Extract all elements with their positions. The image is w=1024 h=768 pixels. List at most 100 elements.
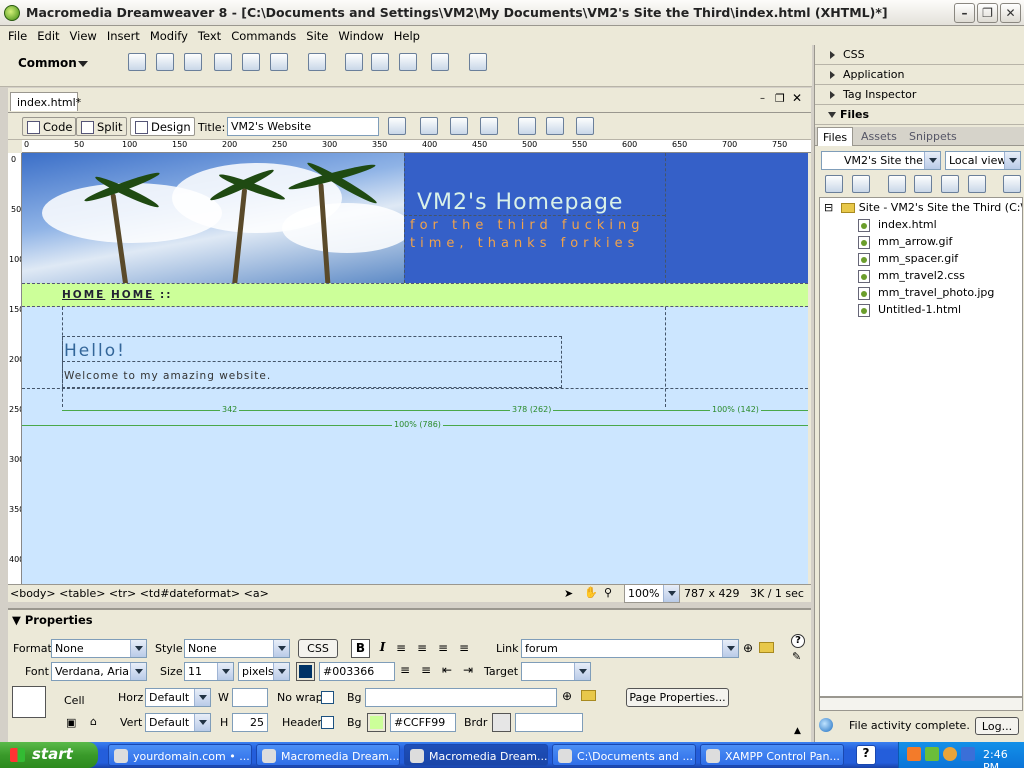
menu-view[interactable]: View bbox=[66, 29, 103, 43]
media-icon[interactable] bbox=[308, 53, 326, 71]
split-view-button[interactable]: Split bbox=[76, 117, 127, 136]
help-task-icon[interactable]: ? bbox=[856, 745, 876, 765]
bg-color-input[interactable]: #CCFF99 bbox=[390, 713, 456, 732]
image-icon[interactable] bbox=[270, 53, 288, 71]
unit-select[interactable]: pixels bbox=[238, 662, 290, 681]
collapse-icon[interactable]: ▲ bbox=[794, 726, 801, 736]
check-browser-icon[interactable] bbox=[388, 117, 406, 135]
refresh-icon[interactable] bbox=[518, 117, 536, 135]
minimize-button[interactable]: – bbox=[954, 3, 975, 23]
file-item[interactable]: mm_travel2.css bbox=[858, 269, 965, 283]
merge-cells-icon[interactable]: ▣ bbox=[66, 716, 76, 729]
preview-browser-icon[interactable] bbox=[480, 117, 498, 135]
cell-merge-icon[interactable] bbox=[12, 686, 46, 718]
view-options-icon[interactable] bbox=[546, 117, 564, 135]
align-left-icon[interactable]: ≡ bbox=[396, 641, 406, 655]
task-xampp[interactable]: XAMPP Control Pan... bbox=[700, 744, 844, 766]
pointer-tool-icon[interactable]: ➤ bbox=[564, 587, 573, 600]
table-icon[interactable] bbox=[214, 53, 232, 71]
task-explorer[interactable]: C:\Documents and ... bbox=[552, 744, 696, 766]
site-select[interactable]: VM2's Site the Third bbox=[821, 151, 941, 170]
font-select[interactable]: Verdana, Arial bbox=[51, 662, 147, 681]
search-tray-icon[interactable] bbox=[943, 747, 957, 761]
horz-select[interactable]: Default bbox=[145, 688, 211, 707]
border-color-input[interactable] bbox=[515, 713, 583, 732]
date-icon[interactable] bbox=[345, 53, 363, 71]
application-panel-header[interactable]: Application bbox=[815, 65, 1024, 85]
point-to-file-icon[interactable]: ⊕ bbox=[562, 689, 572, 703]
get-files-icon[interactable] bbox=[888, 175, 906, 193]
cell-width-input[interactable] bbox=[232, 688, 268, 707]
restore-button[interactable]: ❐ bbox=[977, 3, 998, 23]
files-panel-header[interactable]: Files bbox=[815, 105, 1024, 125]
zoom-tool-icon[interactable]: ⚲ bbox=[604, 586, 612, 599]
menu-modify[interactable]: Modify bbox=[146, 29, 194, 43]
css-panel-header[interactable]: CSS bbox=[815, 45, 1024, 65]
tag-selector[interactable]: <body> <table> <tr> <td#dateformat> <a> bbox=[10, 587, 269, 600]
comment-icon[interactable] bbox=[399, 53, 417, 71]
nav-home-link-2[interactable]: HOME bbox=[111, 289, 154, 301]
text-color-input[interactable]: #003366 bbox=[319, 662, 395, 681]
tag-inspector-panel-header[interactable]: Tag Inspector bbox=[815, 85, 1024, 105]
column-1-width[interactable]: 342 bbox=[220, 405, 240, 414]
browse-folder-icon[interactable] bbox=[581, 690, 596, 701]
design-canvas[interactable]: VM2's Homepage for the third fucking tim… bbox=[22, 153, 808, 584]
link-input[interactable]: forum bbox=[521, 639, 739, 658]
file-item[interactable]: index.html bbox=[858, 218, 937, 232]
layer-icon[interactable] bbox=[242, 53, 260, 71]
tab-snippets[interactable]: Snippets bbox=[909, 130, 957, 143]
named-anchor-icon[interactable] bbox=[184, 53, 202, 71]
align-right-icon[interactable]: ≡ bbox=[438, 641, 448, 655]
browse-folder-icon[interactable] bbox=[759, 642, 774, 653]
help-icon[interactable]: ? bbox=[791, 634, 805, 648]
put-files-icon[interactable] bbox=[914, 175, 932, 193]
display-tray-icon[interactable] bbox=[961, 747, 975, 761]
check-in-icon[interactable] bbox=[968, 175, 986, 193]
file-item[interactable]: mm_spacer.gif bbox=[858, 252, 958, 266]
properties-header[interactable]: ▼ Properties bbox=[12, 613, 93, 627]
align-center-icon[interactable]: ≡ bbox=[417, 641, 427, 655]
xampp-tray-icon[interactable] bbox=[907, 747, 921, 761]
connect-icon[interactable] bbox=[825, 175, 843, 193]
view-select[interactable]: Local view bbox=[945, 151, 1021, 170]
bg-color-swatch[interactable] bbox=[367, 713, 386, 732]
unordered-list-icon[interactable]: ≡ bbox=[400, 663, 410, 677]
ordered-list-icon[interactable]: ≡ bbox=[421, 663, 431, 677]
task-browser[interactable]: yourdomain.com • ... bbox=[108, 744, 252, 766]
bg-image-input[interactable] bbox=[365, 688, 557, 707]
menu-text[interactable]: Text bbox=[194, 29, 227, 43]
doc-restore-button[interactable]: ❐ bbox=[775, 92, 785, 105]
start-button[interactable]: start bbox=[0, 742, 98, 768]
edit-icon[interactable]: ✎ bbox=[792, 650, 801, 663]
network-tray-icon[interactable] bbox=[925, 747, 939, 761]
close-button[interactable]: ✕ bbox=[1000, 3, 1021, 23]
visual-aids-icon[interactable] bbox=[576, 117, 594, 135]
column-2-width[interactable]: 378 (262) bbox=[510, 405, 554, 414]
hand-tool-icon[interactable]: ✋ bbox=[584, 586, 598, 599]
tab-assets[interactable]: Assets bbox=[861, 130, 897, 143]
menu-help[interactable]: Help bbox=[390, 29, 426, 43]
menu-commands[interactable]: Commands bbox=[227, 29, 302, 43]
text-color-swatch[interactable] bbox=[296, 662, 315, 681]
refresh-icon[interactable] bbox=[852, 175, 870, 193]
justify-icon[interactable]: ≡ bbox=[459, 641, 469, 655]
style-select[interactable]: None bbox=[184, 639, 290, 658]
insert-category-select[interactable]: Common bbox=[18, 56, 88, 70]
doc-close-button[interactable]: ✕ bbox=[792, 91, 802, 105]
target-select[interactable] bbox=[521, 662, 591, 681]
server-include-icon[interactable] bbox=[371, 53, 389, 71]
hyperlink-icon[interactable] bbox=[128, 53, 146, 71]
italic-button[interactable]: I bbox=[374, 639, 391, 658]
outdent-icon[interactable]: ⇤ bbox=[442, 663, 452, 677]
file-management-icon[interactable] bbox=[450, 117, 468, 135]
file-item[interactable]: Untitled-1.html bbox=[858, 303, 961, 317]
menu-edit[interactable]: Edit bbox=[33, 29, 65, 43]
file-item[interactable]: mm_arrow.gif bbox=[858, 235, 952, 249]
doc-minimize-button[interactable]: – bbox=[760, 93, 765, 104]
vert-select[interactable]: Default bbox=[145, 713, 211, 732]
file-item[interactable]: mm_travel_photo.jpg bbox=[858, 286, 994, 300]
size-select[interactable]: 11 bbox=[184, 662, 234, 681]
tab-files[interactable]: Files bbox=[817, 127, 854, 146]
css-button[interactable]: CSS bbox=[298, 639, 338, 658]
email-link-icon[interactable] bbox=[156, 53, 174, 71]
